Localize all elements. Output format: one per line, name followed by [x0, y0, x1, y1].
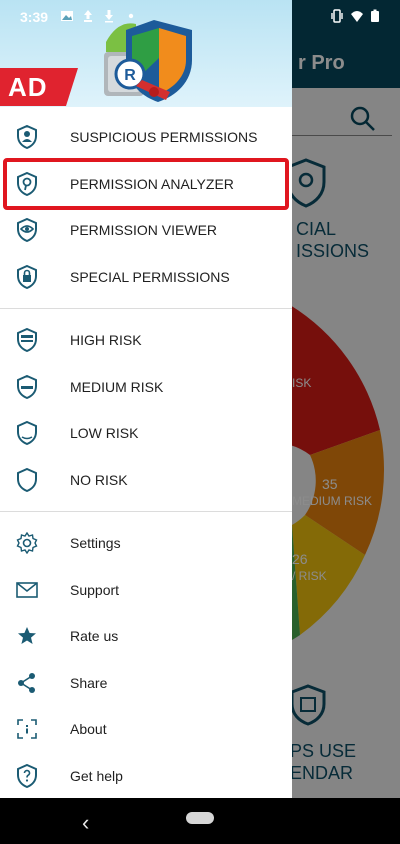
help-shield-icon	[16, 763, 38, 788]
menu-item-no-risk[interactable]: NO RISK	[0, 457, 292, 504]
shield-eye-icon	[16, 218, 38, 243]
menu-item-label: PERMISSION VIEWER	[70, 222, 218, 239]
status-bar: 3:39	[0, 0, 400, 32]
menu-item-label: NO RISK	[70, 471, 128, 488]
menu-divider	[0, 511, 292, 512]
envelope-icon	[16, 578, 38, 602]
menu-item-settings[interactable]: Settings	[0, 520, 292, 567]
shield-high-icon	[16, 328, 38, 353]
menu-divider	[0, 308, 292, 309]
menu-item-special-permissions[interactable]: SPECIAL PERMISSIONS	[0, 254, 292, 301]
upload-notification-icon	[84, 10, 92, 22]
menu-item-label: LOW RISK	[70, 425, 139, 442]
status-time: 3:39	[20, 9, 49, 25]
shield-medium-icon	[16, 374, 38, 399]
wifi-icon	[351, 11, 363, 22]
logo-letter: R	[124, 67, 136, 84]
system-nav-bar: ‹	[0, 798, 400, 844]
star-icon	[16, 624, 38, 648]
shield-user-icon	[16, 125, 38, 150]
more-notifications-dot-icon	[128, 13, 134, 19]
menu-item-label: MEDIUM RISK	[70, 378, 164, 395]
menu-item-label: Rate us	[70, 628, 119, 645]
shield-low-icon	[16, 421, 38, 446]
home-pill-button[interactable]	[186, 812, 214, 824]
gear-icon	[16, 531, 38, 555]
menu-item-suspicious-permissions[interactable]: SUSPICIOUS PERMISSIONS	[0, 114, 292, 161]
ad-badge[interactable]: AD	[0, 68, 78, 106]
menu-item-label: About	[70, 721, 107, 738]
menu-item-label: Get help	[70, 767, 123, 784]
back-chevron-icon[interactable]: ‹	[82, 810, 89, 836]
battery-icon	[371, 9, 379, 22]
menu-item-rate-us[interactable]: Rate us	[0, 613, 292, 660]
share-icon	[16, 671, 38, 695]
menu-item-medium-risk[interactable]: MEDIUM RISK	[0, 364, 292, 411]
menu-item-about[interactable]: About	[0, 706, 292, 753]
menu-item-label: Support	[70, 581, 120, 598]
menu-item-permission-viewer[interactable]: PERMISSION VIEWER	[0, 207, 292, 254]
menu-item-support[interactable]: Support	[0, 567, 292, 614]
menu-item-low-risk[interactable]: LOW RISK	[0, 410, 292, 457]
navigation-drawer: R AD SUSPICIOUS PERMISSIONS PERMISSION A…	[0, 0, 292, 798]
drawer-menu: SUSPICIOUS PERMISSIONS PERMISSION ANALYZ…	[0, 114, 292, 799]
vibrate-icon	[331, 9, 343, 23]
menu-item-high-risk[interactable]: HIGH RISK	[0, 317, 292, 364]
menu-item-label: SUSPICIOUS PERMISSIONS	[70, 129, 258, 146]
download-notification-icon	[105, 10, 113, 23]
menu-item-label: SPECIAL PERMISSIONS	[70, 268, 230, 285]
menu-item-label: Settings	[70, 535, 121, 552]
permission-analyzer-highlight	[3, 158, 289, 210]
menu-item-label: HIGH RISK	[70, 332, 142, 349]
image-notification-icon	[61, 11, 73, 21]
menu-item-label: Share	[70, 674, 108, 691]
shield-lock-icon	[16, 264, 38, 289]
about-frame-icon	[16, 717, 38, 741]
shield-empty-icon	[16, 467, 38, 492]
menu-item-get-help[interactable]: Get help	[0, 753, 292, 800]
menu-item-share[interactable]: Share	[0, 660, 292, 707]
